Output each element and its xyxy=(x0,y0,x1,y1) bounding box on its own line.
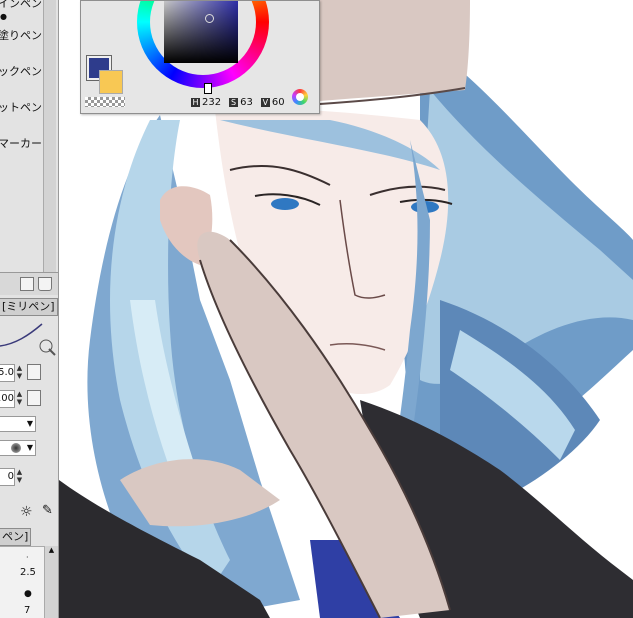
antialias-field[interactable]: 0 xyxy=(0,468,15,486)
trash-icon[interactable] xyxy=(38,277,52,291)
pressure-dots-icon[interactable] xyxy=(27,364,41,380)
sub-tool-item[interactable]: マーカー xyxy=(0,134,42,154)
opacity-stepper[interactable]: ▲ ▼ xyxy=(15,390,24,406)
sub-tool-item[interactable]: ミペットペン xyxy=(0,98,42,118)
chevron-down-icon: ▼ xyxy=(26,443,33,452)
new-sub-tool-icon[interactable] xyxy=(20,277,34,291)
opacity-mode-icon[interactable] xyxy=(27,390,41,406)
color-wheel-panel: H 232 S 63 V 60 xyxy=(80,0,320,114)
brush-tip-icon xyxy=(11,443,21,453)
hue-label: H xyxy=(191,98,200,107)
brush-size-list: · 2.5 ● 7 xyxy=(0,546,44,618)
wrench-icon[interactable]: ✎ xyxy=(42,503,53,518)
brush-size-label[interactable]: 2.5 xyxy=(20,567,36,578)
loading-spinner-icon[interactable]: ☼ xyxy=(20,504,33,520)
sub-tool-item[interactable]: 塗りペン xyxy=(0,26,42,46)
brightness-value[interactable]: 60 xyxy=(272,97,285,108)
brush-size-dot: · xyxy=(26,553,29,562)
hsv-readout: H 232 S 63 V 60 xyxy=(191,97,291,108)
saturation-label: S xyxy=(229,98,239,107)
scroll-up-icon[interactable]: ▲ xyxy=(45,546,58,554)
tab-tool-property[interactable]: [ミリペン] xyxy=(0,298,58,316)
blend-mode-select[interactable]: ▼ xyxy=(0,416,36,432)
transparent-color-swatch[interactable] xyxy=(85,97,125,107)
stroke-preview xyxy=(0,323,56,356)
hue-handle[interactable] xyxy=(204,83,212,94)
brush-size-stepper[interactable]: ▲ ▼ xyxy=(15,364,24,380)
sub-color-swatch[interactable] xyxy=(99,70,123,94)
brush-size-field[interactable]: 5.0 xyxy=(0,364,15,382)
tab-brush-size[interactable]: ペン] xyxy=(0,528,32,546)
sub-tool-footer xyxy=(0,272,58,295)
brush-size-scrollbar[interactable]: ▲ xyxy=(44,546,58,618)
color-mode-switch-icon[interactable] xyxy=(292,89,308,105)
opacity-field[interactable]: 100 xyxy=(0,390,15,408)
hue-value[interactable]: 232 xyxy=(202,97,221,108)
sub-tool-item[interactable]: ミグックペン xyxy=(0,62,42,82)
brush-size-dot: ● xyxy=(24,589,32,599)
brush-tip-select[interactable]: ▼ xyxy=(0,440,36,456)
color-cursor[interactable] xyxy=(205,14,214,23)
chevron-down-icon: ▼ xyxy=(26,419,33,428)
brush-size-label[interactable]: 7 xyxy=(24,605,30,616)
saturation-value[interactable]: 63 xyxy=(240,97,253,108)
antialias-stepper[interactable]: ▲ ▼ xyxy=(15,468,24,484)
sub-tool-panel: インペン ● 塗りペン ミグックペン ミペットペン マーカー [ミリペン] 5.… xyxy=(0,0,59,618)
sub-tool-scrollbar[interactable] xyxy=(43,0,56,272)
bullet-icon: ● xyxy=(0,12,7,21)
saturation-value-square[interactable] xyxy=(164,1,238,63)
value-label: V xyxy=(260,98,270,107)
